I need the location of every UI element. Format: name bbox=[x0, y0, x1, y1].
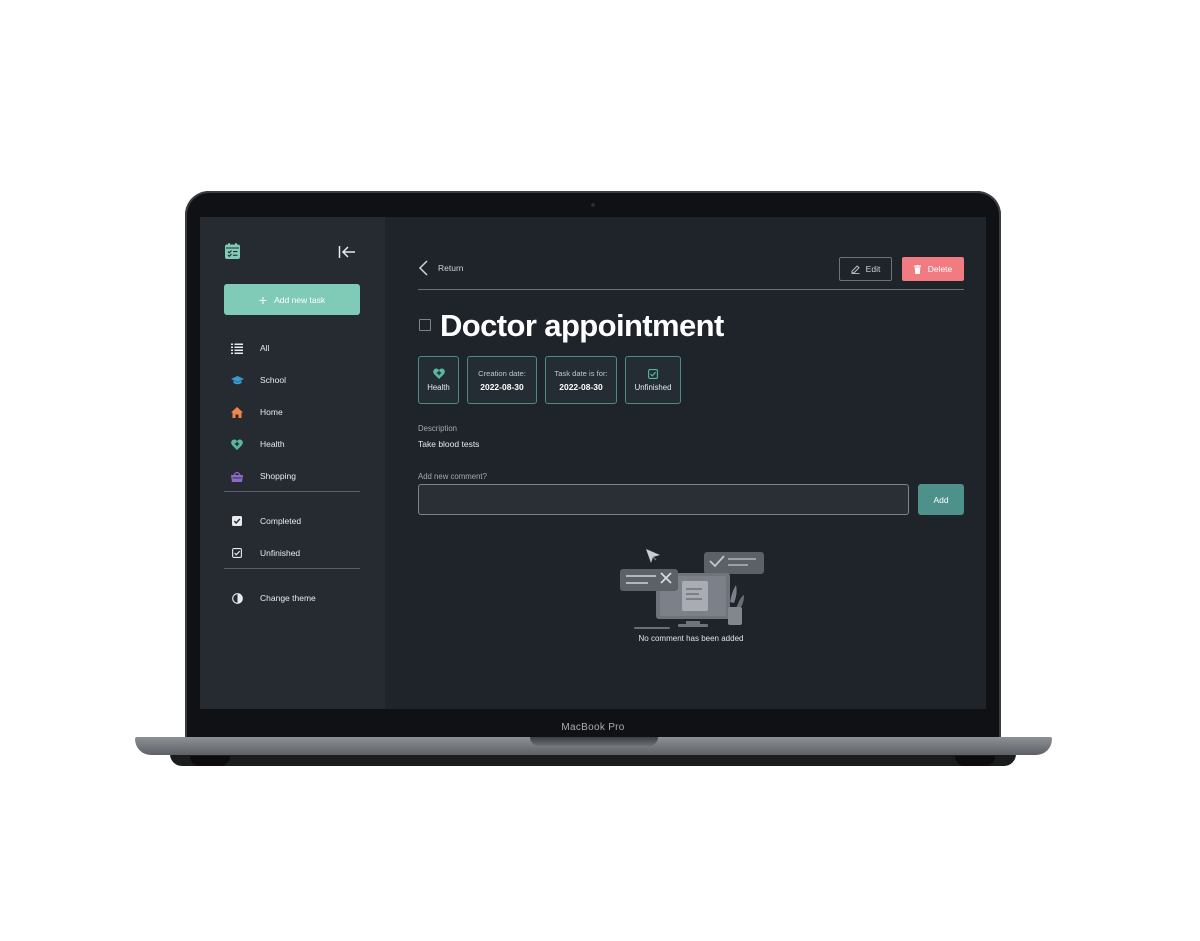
add-comment-button[interactable]: Add bbox=[918, 484, 964, 515]
sidebar-item-all[interactable]: All bbox=[230, 340, 269, 356]
sidebar-item-label: Change theme bbox=[260, 593, 316, 603]
description-text: Take blood tests bbox=[418, 439, 480, 449]
sidebar-item-label: Shopping bbox=[260, 471, 296, 481]
sidebar-item-home[interactable]: Home bbox=[230, 404, 283, 420]
task-detail: Return Edit Delete Doctor appointment He… bbox=[418, 217, 964, 709]
checkbox-outline-icon bbox=[648, 368, 658, 379]
sidebar: + Add new task All School Home Health Sh… bbox=[200, 217, 385, 709]
sidebar-divider bbox=[224, 568, 360, 569]
empty-comments-illustration bbox=[620, 549, 764, 629]
calendar-check-icon[interactable] bbox=[225, 243, 240, 259]
sidebar-item-label: All bbox=[260, 343, 270, 353]
description-label: Description bbox=[418, 424, 457, 433]
heart-plus-icon bbox=[230, 437, 244, 451]
delete-label: Delete bbox=[927, 264, 953, 274]
plus-icon: + bbox=[258, 291, 268, 308]
category-chip: Health bbox=[418, 356, 459, 404]
sidebar-item-school[interactable]: School bbox=[230, 372, 286, 388]
laptop-base-shadow bbox=[170, 754, 1016, 766]
task-title: Doctor appointment bbox=[440, 308, 724, 343]
graduation-cap-icon bbox=[230, 373, 244, 387]
list-icon bbox=[230, 341, 244, 355]
sidebar-item-health[interactable]: Health bbox=[230, 436, 285, 452]
edit-label: Edit bbox=[865, 264, 881, 274]
sidebar-item-completed[interactable]: Completed bbox=[230, 513, 301, 529]
app-screen: + Add new task All School Home Health Sh… bbox=[200, 217, 986, 709]
header-divider bbox=[418, 289, 964, 290]
comment-input[interactable] bbox=[418, 484, 909, 515]
trash-icon bbox=[913, 264, 921, 274]
contrast-icon bbox=[230, 591, 244, 605]
creation-date-value: 2022-08-30 bbox=[480, 381, 524, 392]
return-label: Return bbox=[438, 263, 464, 273]
due-date-value: 2022-08-30 bbox=[559, 381, 603, 392]
due-date-chip: Task date is for: 2022-08-30 bbox=[545, 356, 617, 404]
change-theme-button[interactable]: Change theme bbox=[230, 590, 316, 606]
sidebar-divider bbox=[224, 491, 360, 492]
checkbox-outline-icon bbox=[230, 546, 244, 560]
sidebar-item-label: Health bbox=[260, 439, 285, 449]
laptop-foot bbox=[955, 756, 995, 766]
sidebar-item-label: Unfinished bbox=[260, 548, 301, 558]
sidebar-item-label: School bbox=[260, 375, 286, 385]
house-icon bbox=[230, 405, 244, 419]
return-button[interactable]: Return bbox=[418, 260, 464, 276]
status-chip: Unfinished bbox=[625, 356, 681, 404]
laptop-notch bbox=[530, 737, 658, 746]
task-complete-checkbox[interactable] bbox=[419, 319, 431, 331]
chevron-left-icon bbox=[418, 260, 428, 276]
category-label: Health bbox=[427, 383, 450, 392]
sidebar-item-unfinished[interactable]: Unfinished bbox=[230, 545, 300, 561]
heart-plus-icon bbox=[432, 368, 445, 379]
pencil-icon bbox=[851, 264, 860, 274]
camera bbox=[591, 203, 595, 207]
due-date-label: Task date is for: bbox=[554, 368, 608, 378]
laptop-foot bbox=[190, 756, 230, 766]
add-task-button[interactable]: + Add new task bbox=[224, 284, 360, 315]
sidebar-item-shopping[interactable]: Shopping bbox=[230, 468, 296, 484]
delete-button[interactable]: Delete bbox=[902, 257, 964, 281]
sidebar-item-label: Home bbox=[260, 407, 283, 417]
creation-date-label: Creation date: bbox=[478, 368, 526, 378]
checkbox-filled-icon bbox=[230, 514, 244, 528]
comment-label: Add new comment? bbox=[418, 472, 487, 481]
edit-button[interactable]: Edit bbox=[839, 257, 892, 281]
empty-comments-text: No comment has been added bbox=[638, 634, 744, 643]
basket-icon bbox=[230, 469, 244, 483]
laptop-base bbox=[135, 737, 1052, 755]
add-task-label: Add new task bbox=[274, 294, 326, 305]
device-label: MacBook Pro bbox=[561, 722, 625, 733]
sidebar-item-label: Completed bbox=[260, 516, 302, 526]
creation-date-chip: Creation date: 2022-08-30 bbox=[467, 356, 537, 404]
status-label: Unfinished bbox=[634, 382, 672, 392]
arrow-left-to-line-icon[interactable] bbox=[338, 245, 356, 259]
